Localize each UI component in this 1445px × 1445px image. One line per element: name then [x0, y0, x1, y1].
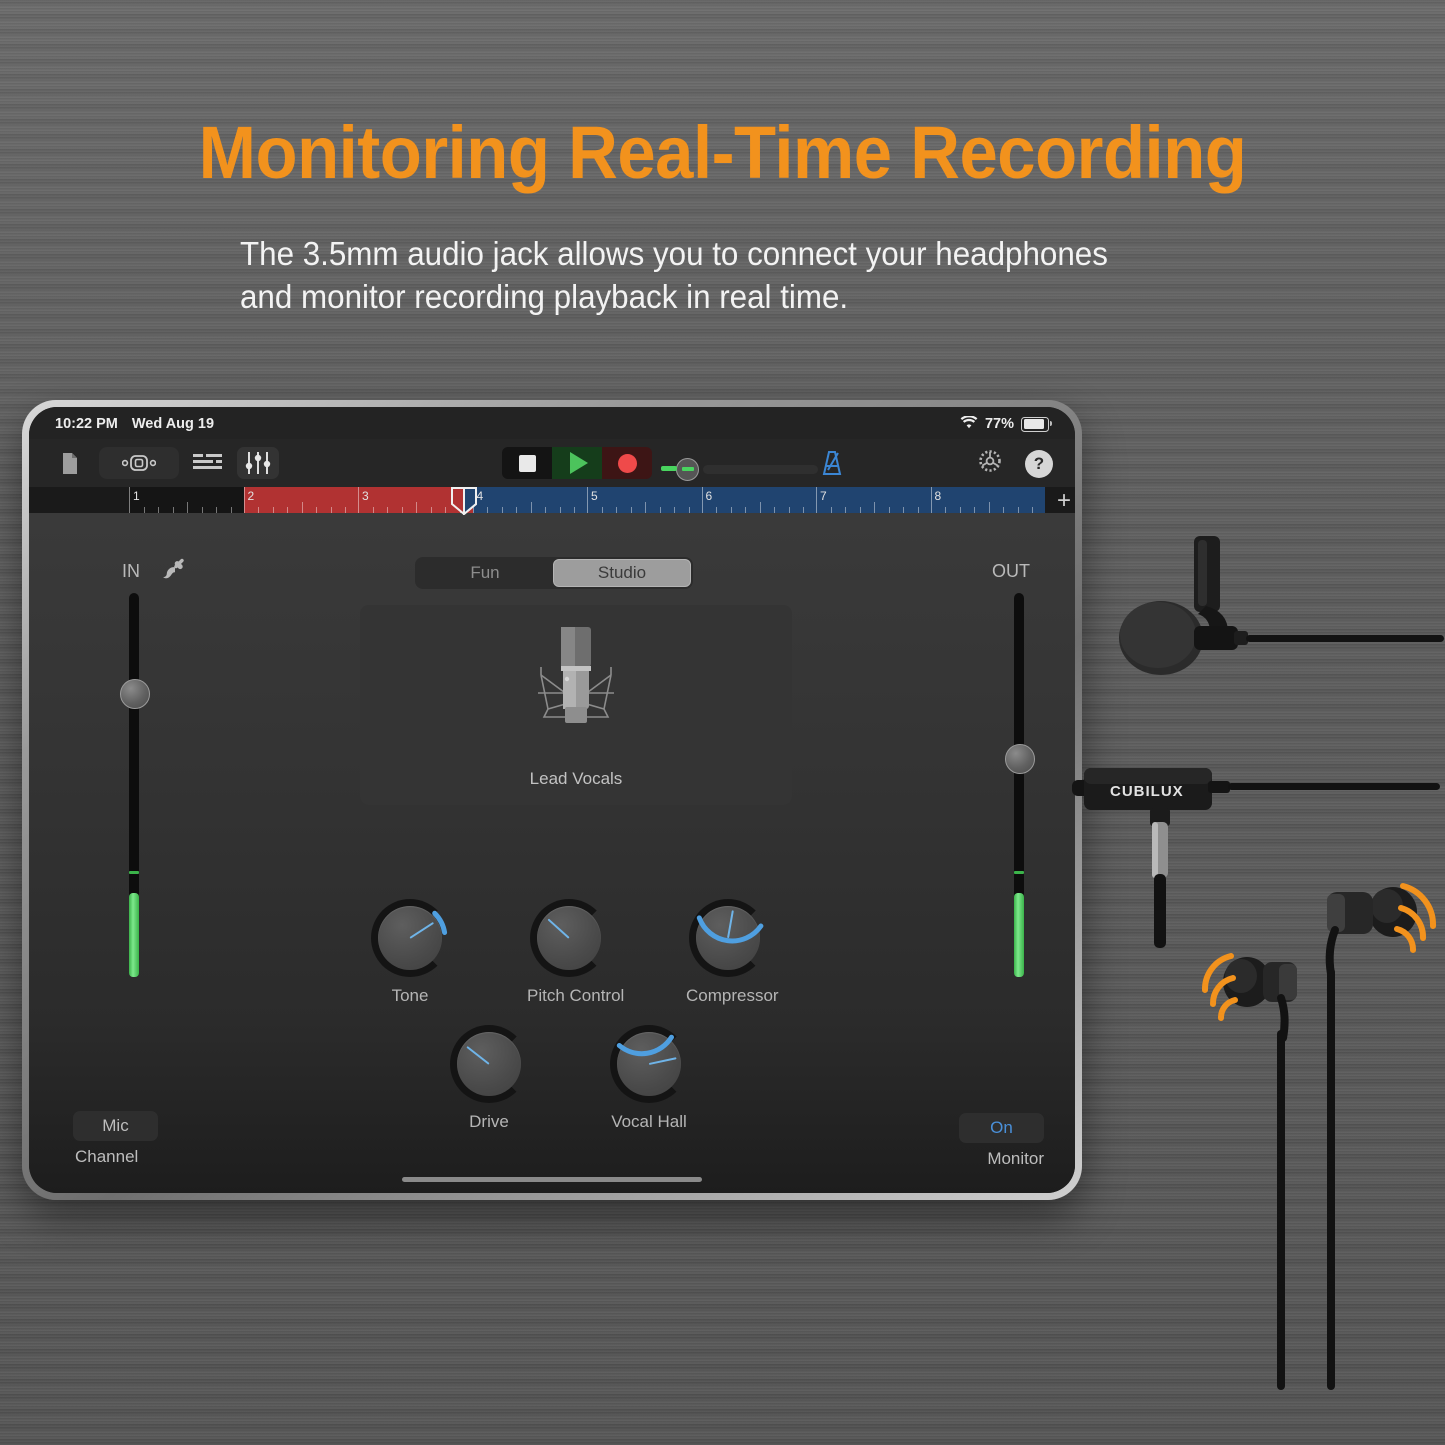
knob-label: Tone: [391, 986, 429, 1005]
ruler-bar-number: 8: [934, 489, 942, 503]
home-indicator[interactable]: [402, 1177, 702, 1182]
ruler-bar-number: 1: [133, 489, 140, 503]
master-volume-track[interactable]: [703, 465, 818, 474]
document-icon[interactable]: [51, 447, 89, 479]
status-time: 10:22 PM: [55, 416, 118, 432]
stop-button[interactable]: [502, 447, 552, 479]
loop-browser-icon[interactable]: [99, 447, 179, 479]
output-label: OUT: [992, 561, 1030, 581]
track-view-icon[interactable]: [189, 447, 227, 479]
timeline-ruler[interactable]: 1 2 3 4 5 6 7 8 +: [29, 487, 1075, 517]
ruler-bar-number: 3: [362, 489, 369, 503]
help-button[interactable]: ?: [1025, 449, 1053, 478]
master-volume-knob[interactable]: [661, 458, 699, 481]
knob-drive[interactable]: Drive: [447, 1025, 531, 1132]
metronome-icon[interactable]: [819, 450, 845, 481]
mode-switch[interactable]: Fun Studio: [415, 557, 693, 589]
audio-jack-icon: [160, 557, 186, 588]
channel-caption: Channel: [75, 1147, 139, 1166]
instrument-pane: Fun Studio IN OUT Lead Vocals Tone Pitch…: [29, 513, 1075, 1193]
patch-name: Lead Vocals: [529, 769, 623, 788]
in-ear-headphones: [1175, 880, 1445, 1405]
knob-compressor[interactable]: Compressor: [686, 899, 779, 1006]
knob-label: Drive: [469, 1112, 509, 1131]
tab-fun[interactable]: Fun: [417, 559, 553, 587]
battery-icon: [1021, 416, 1052, 432]
ruler-bar[interactable]: 4: [472, 487, 587, 515]
ruler-bar[interactable]: 7: [816, 487, 931, 515]
patch-card[interactable]: Lead Vocals: [360, 605, 792, 805]
status-bar: 10:22 PM Wed Aug 19 77%: [29, 407, 1075, 439]
tab-studio[interactable]: Studio: [553, 559, 691, 587]
condenser-microphone-icon: [510, 623, 642, 750]
gear-icon[interactable]: [977, 448, 1003, 479]
channel-value-button[interactable]: Mic: [73, 1111, 158, 1141]
ruler-bar[interactable]: 1: [129, 487, 244, 515]
input-level-meter: [129, 892, 139, 977]
knob-tone[interactable]: Tone: [368, 899, 452, 1006]
transport-controls: [502, 447, 652, 479]
app-toolbar: ?: [29, 439, 1075, 487]
ruler-bar-number: 7: [820, 489, 827, 503]
ruler-bars[interactable]: 1 2 3 4 5 6 7 8: [129, 487, 1045, 517]
status-date: Wed Aug 19: [131, 416, 215, 432]
battery-percent: 77%: [984, 416, 1014, 432]
knob-label: Compressor: [686, 986, 779, 1005]
tablet-screen: 10:22 PM Wed Aug 19 77% ? 1 2 3 4 5 6 7 …: [29, 407, 1075, 1193]
output-fader-knob[interactable]: [1005, 744, 1035, 775]
ruler-bar[interactable]: 2: [243, 487, 358, 515]
ruler-bar[interactable]: 6: [701, 487, 816, 515]
add-track-button[interactable]: +: [1057, 489, 1071, 513]
knob-label: Pitch Control: [527, 986, 625, 1005]
subtitle-line-1: The 3.5mm audio jack allows you to conne…: [240, 235, 1108, 272]
knob-pitch-control[interactable]: Pitch Control: [527, 899, 625, 1006]
knob-vocal-hall[interactable]: Vocal Hall: [607, 1025, 691, 1132]
playhead-marker[interactable]: [450, 487, 477, 517]
svg-text:CUBILUX: CUBILUX: [1110, 783, 1184, 800]
subtitle-line-2: and monitor recording playback in real t…: [240, 278, 849, 315]
tablet-device: 10:22 PM Wed Aug 19 77% ? 1 2 3 4 5 6 7 …: [22, 400, 1082, 1200]
ruler-bar-number: 4: [476, 489, 484, 503]
ruler-bar-number: 5: [591, 489, 598, 503]
play-button[interactable]: [552, 447, 602, 479]
input-fader-knob[interactable]: [120, 678, 150, 709]
output-level-meter: [1014, 892, 1024, 977]
master-volume-slider[interactable]: [661, 458, 818, 481]
mixer-icon[interactable]: [237, 447, 279, 479]
record-button[interactable]: [602, 447, 652, 479]
monitor-caption: Monitor: [987, 1149, 1044, 1168]
monitor-value-button[interactable]: On: [959, 1113, 1044, 1143]
knob-label: Vocal Hall: [611, 1112, 687, 1131]
wifi-icon: [960, 414, 978, 433]
ruler-bar-number: 6: [705, 489, 713, 503]
page-subtitle: The 3.5mm audio jack allows you to conne…: [240, 232, 1171, 318]
page-title: Monitoring Real-Time Recording: [198, 111, 1247, 194]
input-peak-indicator: [129, 870, 139, 874]
input-label: IN: [122, 561, 140, 581]
ruler-bar[interactable]: 8: [930, 487, 1045, 515]
output-peak-indicator: [1014, 870, 1024, 874]
ruler-bar-number: 2: [247, 489, 255, 503]
ruler-bar[interactable]: 5: [587, 487, 702, 515]
lavalier-microphone: [1106, 536, 1445, 721]
